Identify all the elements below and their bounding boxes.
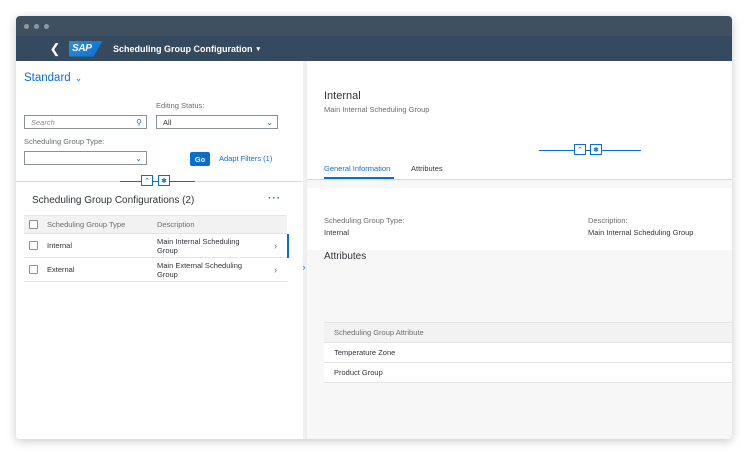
attributes-table: Scheduling Group Attribute Temperature Z… <box>324 322 732 383</box>
pin-header-button[interactable]: ✱ <box>158 175 170 186</box>
object-subtitle: Main Internal Scheduling Group <box>324 105 430 114</box>
table-row[interactable]: External Main External Scheduling Group … <box>24 258 287 282</box>
row-checkbox[interactable] <box>29 265 38 274</box>
attribute-name: Product Group <box>334 368 383 377</box>
search-placeholder: Search <box>31 117 55 127</box>
description-value: Main Internal Scheduling Group <box>588 228 694 237</box>
collapse-header-button[interactable]: ⌃ <box>574 144 586 155</box>
variant-selector[interactable]: Standard ⌄ <box>24 72 82 84</box>
group-type-value: Internal <box>324 228 350 237</box>
selected-row-indicator <box>287 234 289 258</box>
adapt-filters-link[interactable]: Adapt Filters (1) <box>219 154 272 163</box>
caret-down-icon: ▾ <box>256 45 261 53</box>
description-label: Description: <box>588 216 628 225</box>
pin-icon: ✱ <box>593 146 599 154</box>
editing-status-value: All <box>163 117 172 127</box>
attributes-header-row: Scheduling Group Attribute <box>324 322 732 343</box>
window-dot-icon <box>34 23 39 29</box>
table-row[interactable]: Internal Main Internal Scheduling Group … <box>24 234 289 258</box>
shell-bar: ❮ SAP Scheduling Group Configuration ▾ <box>16 36 732 61</box>
attributes-section-title: Attributes <box>324 251 367 262</box>
table-title: Scheduling Group Configurations (2) <box>32 195 195 206</box>
pin-icon: ✱ <box>161 177 167 185</box>
filter-bar: Standard ⌄ Editing Status: Search ⚲ All … <box>16 61 303 182</box>
chevron-up-icon: ⌃ <box>577 146 583 154</box>
pin-header-button[interactable]: ✱ <box>590 144 602 155</box>
window-dot-icon <box>24 23 29 29</box>
attribute-name: Temperature Zone <box>334 348 396 357</box>
editing-status-select[interactable]: All ⌄ <box>156 115 278 129</box>
chevron-right-icon: › <box>274 264 277 275</box>
chevron-down-icon: ⌄ <box>74 72 83 83</box>
row-checkbox[interactable] <box>29 241 38 250</box>
search-icon[interactable]: ⚲ <box>136 116 142 128</box>
chevron-down-icon: ⌄ <box>266 117 273 127</box>
group-type-label: Scheduling Group Type: <box>24 137 105 146</box>
back-button[interactable]: ❮ <box>43 36 67 61</box>
go-button[interactable]: Go <box>190 152 210 166</box>
tab-general-information[interactable]: General Information <box>324 164 390 173</box>
window-titlebar <box>16 16 732 36</box>
editing-status-label: Editing Status: <box>156 101 205 110</box>
detail-panel: Internal Main Internal Scheduling Group … <box>307 61 732 439</box>
general-information-section: Scheduling Group Type: Internal Descript… <box>307 188 732 250</box>
table-row[interactable]: Temperature Zone <box>324 343 732 363</box>
collapse-header-button[interactable]: ⌃ <box>141 175 153 186</box>
object-header: Internal Main Internal Scheduling Group … <box>307 61 732 180</box>
object-title: Internal <box>324 90 361 102</box>
row-type: External <box>47 265 75 274</box>
sap-logo: SAP <box>69 40 103 57</box>
table-header-row: Scheduling Group Type Description <box>24 215 287 234</box>
group-type-label: Scheduling Group Type: <box>324 216 405 225</box>
tab-attributes[interactable]: Attributes <box>411 164 443 173</box>
column-header-description: Description <box>157 220 195 229</box>
chevron-down-icon: ⌄ <box>135 153 142 163</box>
active-tab-indicator <box>324 177 394 179</box>
app-title: Scheduling Group Configuration <box>113 43 253 54</box>
more-options-button[interactable]: ··· <box>268 193 281 204</box>
table-row[interactable]: Product Group <box>324 363 732 383</box>
configurations-table: Scheduling Group Type Description Intern… <box>24 215 289 282</box>
chevron-left-icon: ❮ <box>49 40 61 56</box>
column-header-type: Scheduling Group Type <box>47 220 126 229</box>
search-input[interactable]: Search ⚲ <box>24 115 147 129</box>
group-type-select[interactable]: ⌄ <box>24 151 147 165</box>
variant-label: Standard <box>24 72 71 84</box>
row-description: Main Internal Scheduling Group <box>157 236 240 255</box>
window-dot-icon <box>44 23 49 29</box>
app-window: ❮ SAP Scheduling Group Configuration ▾ S… <box>16 16 732 439</box>
column-header-attribute: Scheduling Group Attribute <box>334 328 424 337</box>
app-title-menu[interactable]: Scheduling Group Configuration ▾ <box>113 44 260 54</box>
row-description: Main External Scheduling Group <box>157 260 243 279</box>
row-type: Internal <box>47 241 73 250</box>
select-all-checkbox[interactable] <box>29 220 38 229</box>
chevron-up-icon: ⌃ <box>144 177 150 185</box>
chevron-right-icon: › <box>274 240 277 251</box>
list-panel: Standard ⌄ Editing Status: Search ⚲ All … <box>16 61 303 439</box>
